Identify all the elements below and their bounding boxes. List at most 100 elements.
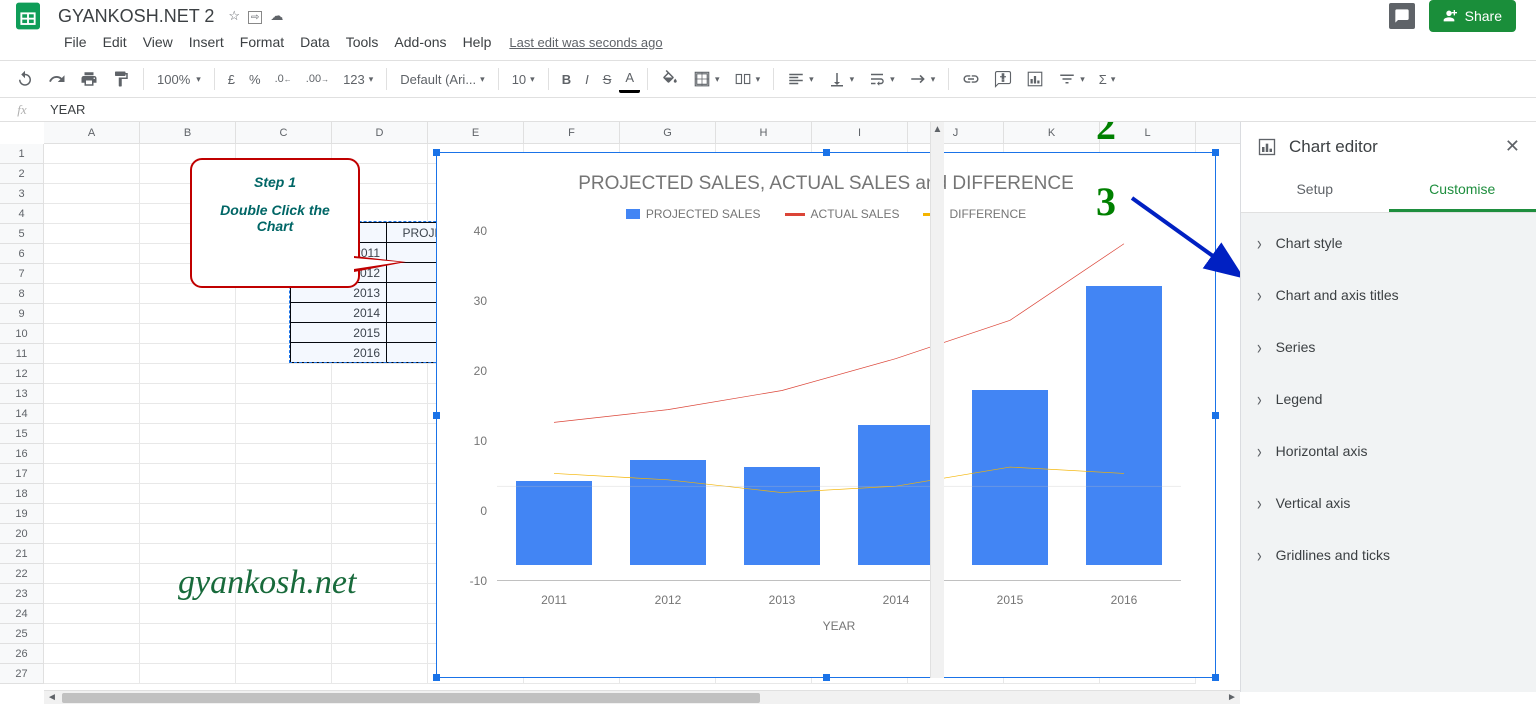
star-icon[interactable] (228, 8, 240, 24)
row-header[interactable]: 5 (0, 224, 43, 244)
row-header[interactable]: 22 (0, 564, 43, 584)
row-header[interactable]: 16 (0, 444, 43, 464)
doc-title[interactable]: GYANKOSH.NET 2 (52, 4, 220, 29)
text-color-button[interactable]: A (619, 65, 640, 93)
col-header[interactable]: B (140, 122, 236, 143)
col-header[interactable]: K (1004, 122, 1100, 143)
row-header[interactable]: 24 (0, 604, 43, 624)
menu-file[interactable]: File (56, 30, 95, 54)
row-header[interactable]: 2 (0, 164, 43, 184)
row-header[interactable]: 7 (0, 264, 43, 284)
col-header[interactable]: G (620, 122, 716, 143)
horizontal-align-icon[interactable] (781, 65, 820, 93)
customise-section-horizontal-axis[interactable]: ›Horizontal axis (1241, 425, 1536, 477)
paint-format-icon[interactable] (106, 65, 136, 93)
undo-icon[interactable] (10, 65, 40, 93)
share-button[interactable]: Share (1429, 0, 1516, 32)
functions-icon[interactable]: Σ (1093, 65, 1122, 93)
font-size-select[interactable]: 10 (506, 65, 541, 93)
row-header[interactable]: 19 (0, 504, 43, 524)
close-icon[interactable]: ✕ (1505, 136, 1520, 157)
row-header[interactable]: 11 (0, 344, 43, 364)
horizontal-scrollbar[interactable]: ◄► (44, 690, 1240, 704)
row-header[interactable]: 4 (0, 204, 43, 224)
move-icon[interactable] (248, 8, 262, 24)
row-header[interactable]: 17 (0, 464, 43, 484)
increase-decimal-button[interactable]: .00→ (300, 65, 335, 93)
row-header[interactable]: 25 (0, 624, 43, 644)
row-header[interactable]: 21 (0, 544, 43, 564)
col-header[interactable]: D (332, 122, 428, 143)
customise-section-vertical-axis[interactable]: ›Vertical axis (1241, 477, 1536, 529)
menu-addons[interactable]: Add-ons (386, 30, 454, 54)
strikethrough-button[interactable]: S (597, 65, 618, 93)
insert-link-icon[interactable] (956, 65, 986, 93)
redo-icon[interactable] (42, 65, 72, 93)
spreadsheet-area[interactable]: ABCDEFGHIJKL 123456789101112131415161718… (0, 122, 1240, 692)
row-header[interactable]: 18 (0, 484, 43, 504)
row-header[interactable]: 13 (0, 384, 43, 404)
row-header[interactable]: 20 (0, 524, 43, 544)
customise-section-legend[interactable]: ›Legend (1241, 373, 1536, 425)
col-header[interactable]: F (524, 122, 620, 143)
formula-input[interactable]: YEAR (44, 102, 1536, 117)
menu-format[interactable]: Format (232, 30, 292, 54)
customise-section-chart-style[interactable]: ›Chart style (1241, 217, 1536, 269)
chart-legend: PROJECTED SALES ACTUAL SALES DIFFERENCE (461, 207, 1191, 221)
vertical-scrollbar[interactable]: ▲ (930, 122, 944, 678)
print-icon[interactable] (74, 65, 104, 93)
col-header[interactable]: J (908, 122, 1004, 143)
tab-customise[interactable]: Customise (1389, 171, 1536, 212)
insert-comment-icon[interactable] (988, 65, 1018, 93)
row-header[interactable]: 12 (0, 364, 43, 384)
row-header[interactable]: 9 (0, 304, 43, 324)
last-edit-link[interactable]: Last edit was seconds ago (509, 35, 662, 50)
customise-section-chart-and-axis-titles[interactable]: ›Chart and axis titles (1241, 269, 1536, 321)
row-header[interactable]: 26 (0, 644, 43, 664)
col-header[interactable]: H (716, 122, 812, 143)
annotation-2: 2 (1096, 122, 1116, 149)
percent-button[interactable]: % (243, 65, 267, 93)
merge-cells-icon[interactable] (728, 65, 767, 93)
row-header[interactable]: 6 (0, 244, 43, 264)
customise-section-series[interactable]: ›Series (1241, 321, 1536, 373)
row-header[interactable]: 1 (0, 144, 43, 164)
row-header[interactable]: 23 (0, 584, 43, 604)
row-header[interactable]: 27 (0, 664, 43, 684)
menu-tools[interactable]: Tools (338, 30, 387, 54)
fill-color-icon[interactable] (655, 65, 685, 93)
row-header[interactable]: 15 (0, 424, 43, 444)
row-header[interactable]: 10 (0, 324, 43, 344)
bold-button[interactable]: B (556, 65, 577, 93)
menu-data[interactable]: Data (292, 30, 338, 54)
vertical-align-icon[interactable] (822, 65, 861, 93)
number-format-select[interactable]: 123 (337, 65, 379, 93)
decrease-decimal-button[interactable]: .0← (269, 65, 298, 93)
col-header[interactable]: E (428, 122, 524, 143)
italic-button[interactable]: I (579, 65, 595, 93)
col-header[interactable]: I (812, 122, 908, 143)
insert-chart-icon[interactable] (1020, 65, 1050, 93)
menu-insert[interactable]: Insert (181, 30, 232, 54)
col-header[interactable]: A (44, 122, 140, 143)
currency-button[interactable]: £ (222, 65, 241, 93)
filter-icon[interactable] (1052, 65, 1091, 93)
row-header[interactable]: 3 (0, 184, 43, 204)
comments-icon[interactable] (1389, 3, 1415, 29)
tab-setup[interactable]: Setup (1241, 171, 1389, 212)
font-family-select[interactable]: Default (Ari... (394, 65, 490, 93)
text-rotation-icon[interactable] (903, 65, 942, 93)
menu-view[interactable]: View (135, 30, 181, 54)
menu-edit[interactable]: Edit (95, 30, 135, 54)
menu-help[interactable]: Help (455, 30, 500, 54)
zoom-select[interactable]: 100% (151, 65, 207, 93)
borders-icon[interactable] (687, 65, 726, 93)
customise-section-gridlines-and-ticks[interactable]: ›Gridlines and ticks (1241, 529, 1536, 581)
chart-object[interactable]: PROJECTED SALES, ACTUAL SALES and DIFFER… (436, 152, 1216, 678)
col-header[interactable]: C (236, 122, 332, 143)
row-header[interactable]: 8 (0, 284, 43, 304)
text-wrap-icon[interactable] (862, 65, 901, 93)
sheets-logo-icon[interactable] (8, 0, 48, 36)
cloud-status-icon[interactable] (270, 8, 283, 24)
row-header[interactable]: 14 (0, 404, 43, 424)
